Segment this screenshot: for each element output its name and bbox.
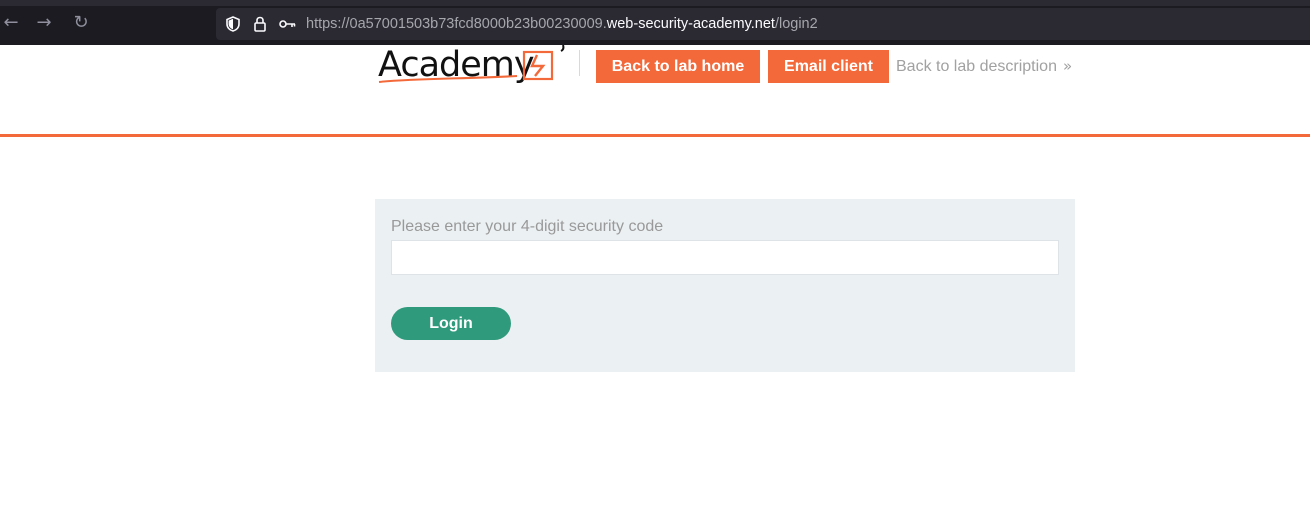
- browser-toolbar: ← → ↻ https://0a57001503b73fcd8000b23b00…: [0, 0, 1310, 45]
- back-to-lab-description-link[interactable]: Back to lab description »: [896, 57, 1072, 76]
- key-icon[interactable]: [278, 15, 296, 33]
- email-client-button[interactable]: Email client: [768, 50, 889, 83]
- security-code-input[interactable]: [391, 240, 1059, 275]
- url-prefix: https://0a57001503b73fcd8000b23b00230009…: [306, 16, 607, 32]
- url-path: /login2: [774, 16, 818, 32]
- logo-mark-icon: [378, 45, 565, 83]
- header-rule: [0, 134, 1310, 137]
- reload-icon[interactable]: ↻: [70, 12, 92, 34]
- url-domain: web-security-academy.net: [606, 16, 775, 32]
- url-text[interactable]: https://0a57001503b73fcd8000b23b00230009…: [306, 16, 818, 32]
- back-to-lab-home-button[interactable]: Back to lab home: [596, 50, 760, 83]
- academy-logo[interactable]: Academy: [377, 45, 567, 90]
- double-chevron-right-icon: »: [1062, 57, 1073, 75]
- address-bar[interactable]: https://0a57001503b73fcd8000b23b00230009…: [216, 8, 1310, 40]
- security-code-label: Please enter your 4-digit security code: [391, 218, 664, 235]
- header-divider: [579, 50, 580, 76]
- lock-icon[interactable]: [251, 15, 269, 33]
- login-button[interactable]: Login: [391, 307, 511, 340]
- tab-strip: [0, 0, 1310, 6]
- shield-icon[interactable]: [224, 15, 242, 33]
- lab-description-label: Back to lab description: [896, 58, 1057, 75]
- forward-arrow-icon[interactable]: →: [33, 12, 55, 34]
- security-code-form: Please enter your 4-digit security code …: [375, 199, 1075, 372]
- back-arrow-icon[interactable]: ←: [0, 12, 22, 34]
